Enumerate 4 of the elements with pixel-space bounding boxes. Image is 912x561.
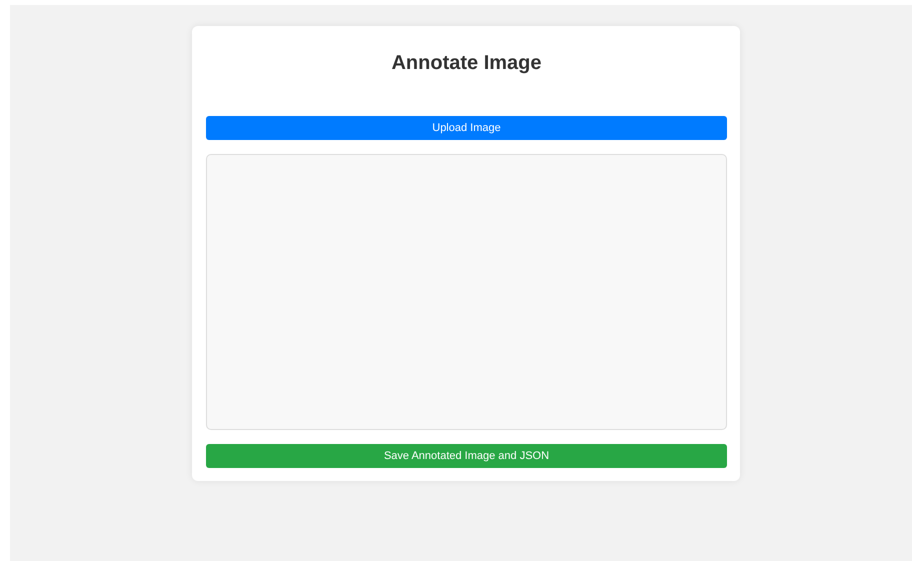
upload-image-button[interactable]: Upload Image [206,116,727,140]
save-button[interactable]: Save Annotated Image and JSON [206,444,727,468]
image-canvas[interactable] [206,154,727,430]
page-title: Annotate Image [391,52,542,75]
